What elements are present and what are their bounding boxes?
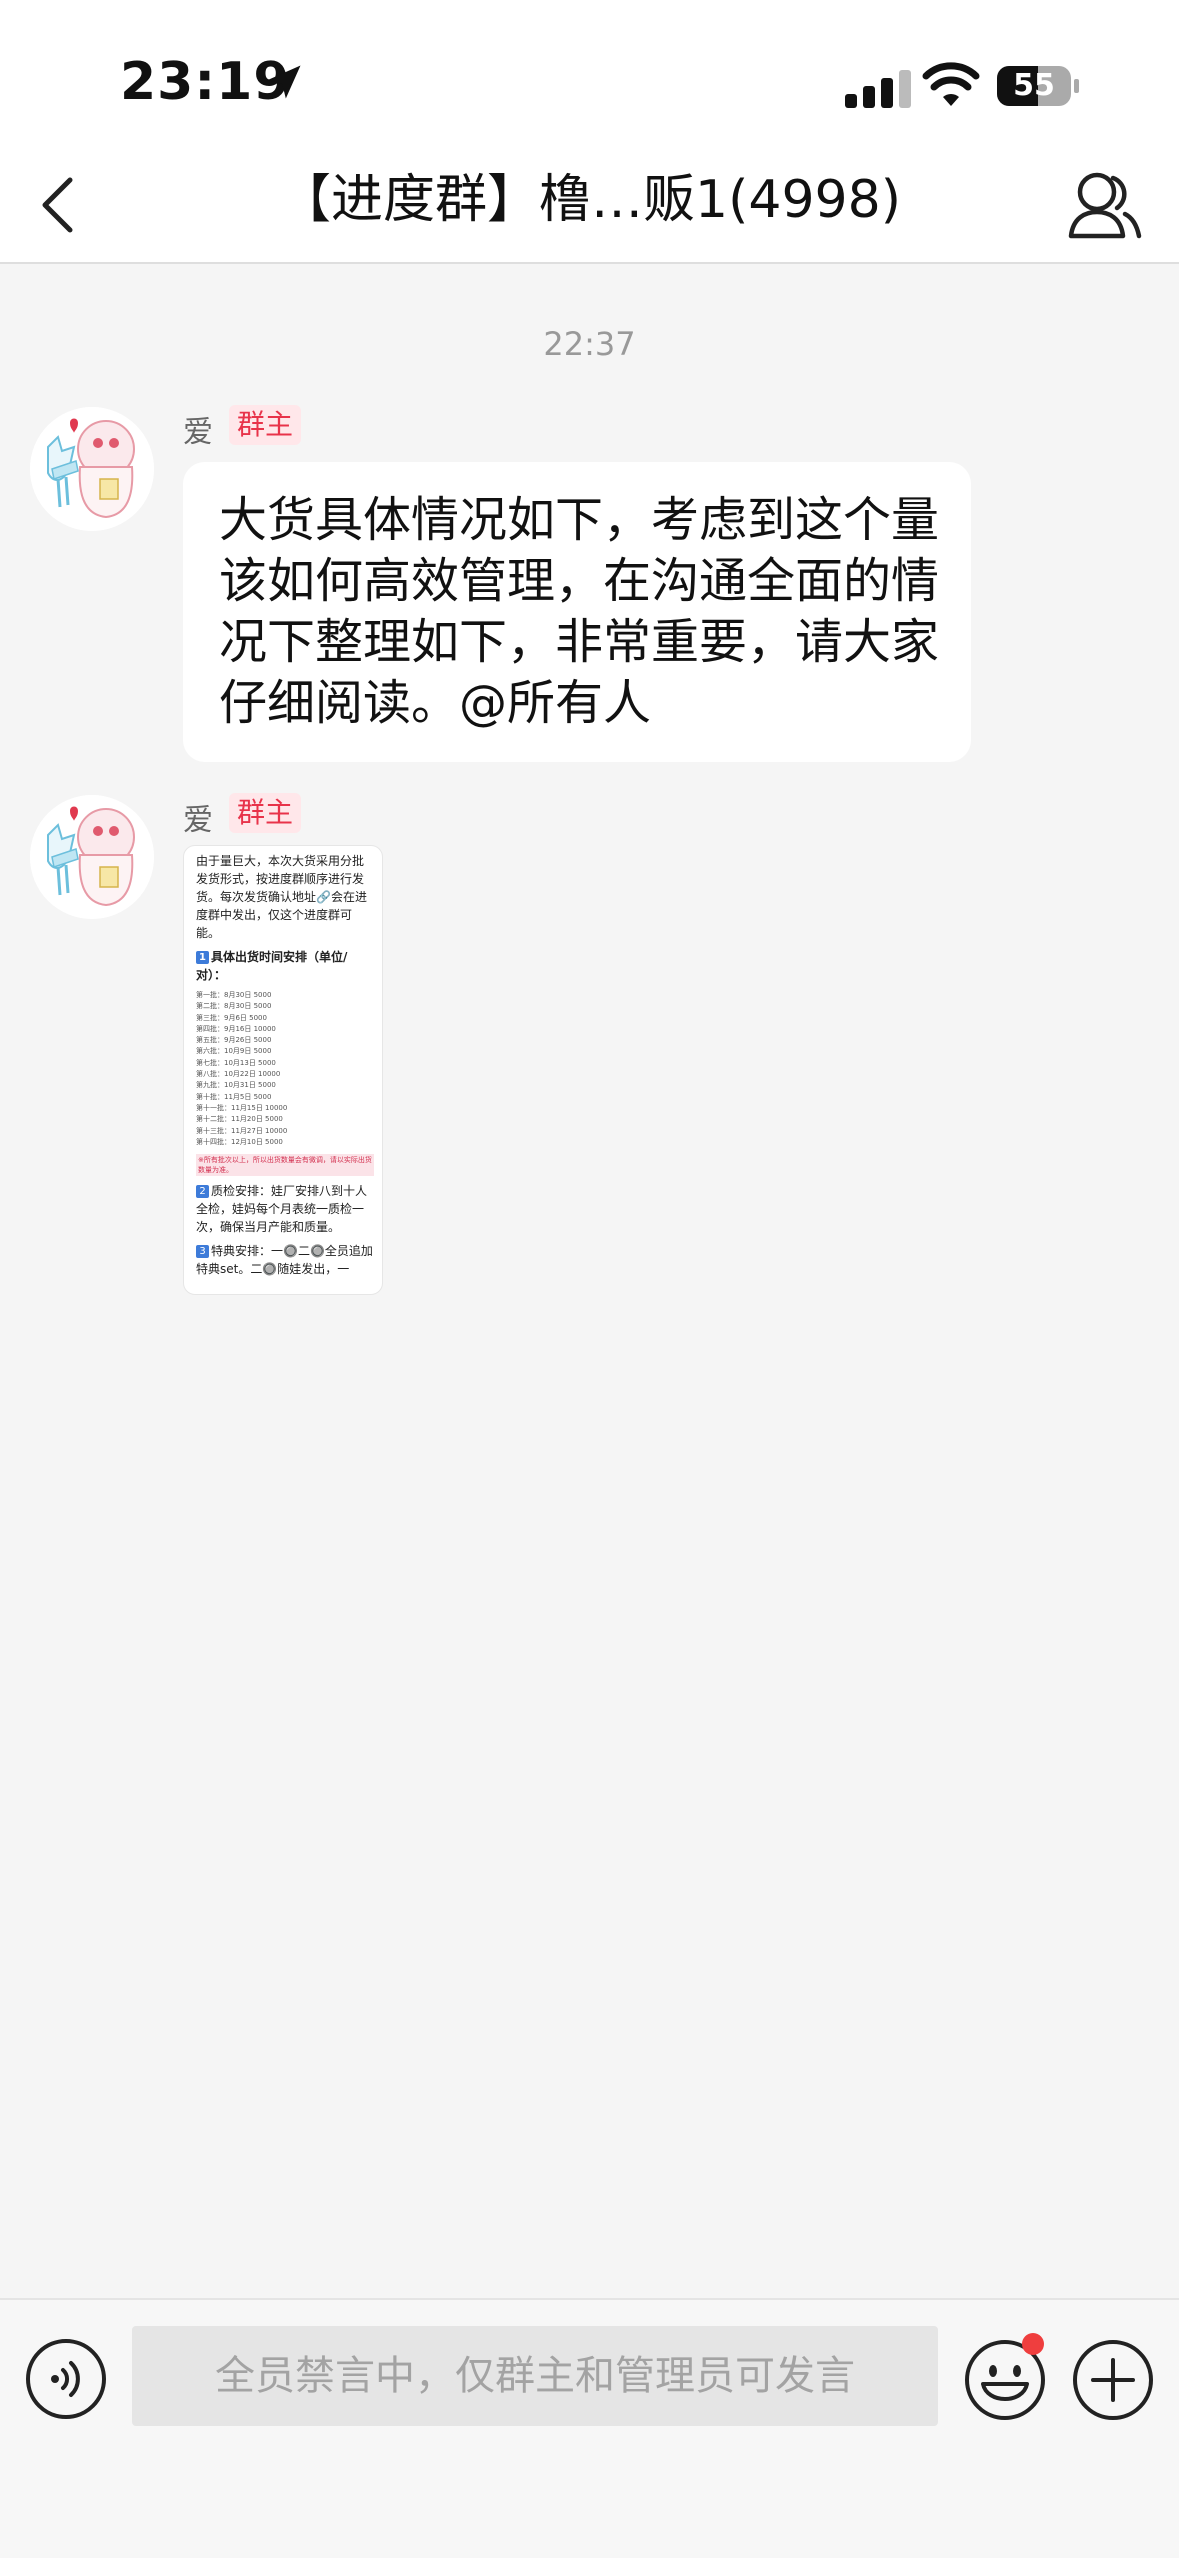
message-timestamp: 22:37 <box>543 325 636 363</box>
schedule-row: 第十四批：12月10日 5000 <box>196 1137 283 1146</box>
image-section1-title: 具体出货时间安排（单位/对）： <box>196 950 348 982</box>
battery-icon: 55 <box>997 66 1079 106</box>
schedule-row: 第四批：9月16日 10000 <box>196 1024 276 1033</box>
voice-input-icon[interactable] <box>25 2338 107 2420</box>
battery-level: 55 <box>1013 68 1055 103</box>
sender-name: 爱 <box>183 415 213 450</box>
schedule-row: 第七批：10月13日 5000 <box>196 1058 276 1067</box>
message-input-disabled: 全员禁言中，仅群主和管理员可发言 <box>132 2326 938 2426</box>
avatar[interactable] <box>30 407 154 531</box>
schedule-row: 第十一批：11月15日 10000 <box>196 1103 288 1112</box>
notification-dot <box>1022 2333 1044 2355</box>
schedule-row: 第三批：9月6日 5000 <box>196 1013 267 1022</box>
role-badge: 群主 <box>229 793 301 833</box>
number-3-icon: 3 <box>196 1245 209 1259</box>
schedule-row: 第十三批：11月27日 10000 <box>196 1126 288 1135</box>
message-text: 大货具体情况如下，考虑到这个量该如何高效管理，在沟通全面的情况下整理如下，非常重… <box>219 492 940 731</box>
schedule-row: 第八批：10月22日 10000 <box>196 1070 281 1079</box>
avatar-illustration <box>30 795 154 919</box>
image-section3: 特典安排：一🔘二🔘全员追加特典set。二🔘随娃发出，一 <box>196 1244 373 1277</box>
schedule-row: 第六批：10月9日 5000 <box>196 1047 272 1056</box>
message-bubble[interactable]: 大货具体情况如下，考虑到这个量该如何高效管理，在沟通全面的情况下整理如下，非常重… <box>183 462 971 762</box>
avatar[interactable] <box>30 795 154 919</box>
schedule-row: 第九批：10月31日 5000 <box>196 1081 276 1090</box>
avatar-illustration <box>30 407 154 531</box>
page-title: 【进度群】橹…贩1(4998) <box>279 170 901 230</box>
schedule-row: 第二批：8月30日 5000 <box>196 1002 272 1011</box>
schedule-list: 第一批：8月30日 5000 第二批：8月30日 5000 第三批：9月6日 500… <box>196 990 374 1148</box>
role-badge: 群主 <box>229 405 301 445</box>
image-note: ※所有批次以上，所以出货数量会有微调，请以实际出货数量为准。 <box>196 1154 374 1177</box>
sender-name: 爱 <box>183 803 213 838</box>
cellular-signal-icon <box>845 68 915 108</box>
chat-header: 【进度群】橹…贩1(4998) <box>0 150 1179 264</box>
schedule-row: 第十批：11月5日 5000 <box>196 1092 272 1101</box>
group-members-icon[interactable] <box>1065 160 1145 250</box>
wifi-icon <box>922 62 980 106</box>
schedule-row: 第一批：8月30日 5000 <box>196 991 272 999</box>
image-intro-text: 由于量巨大，本次大货采用分批发货形式，按进度群顺序进行发货。每次发货确认地址🔗会… <box>196 854 367 940</box>
input-bar: 全员禁言中，仅群主和管理员可发言 <box>0 2298 1179 2558</box>
number-2-icon: 2 <box>196 1185 209 1199</box>
number-1-icon: 1 <box>196 951 209 964</box>
plus-icon[interactable] <box>1071 2338 1155 2422</box>
image-section2: 质检安排：娃厂安排八到十人全检，娃妈每个月表统一质检一次，确保当月产能和质量。 <box>196 1184 368 1235</box>
chevron-left-icon[interactable] <box>30 160 90 250</box>
status-bar: 23:19 55 <box>0 0 1179 150</box>
image-document: 由于量巨大，本次大货采用分批发货形式，按进度群顺序进行发货。每次发货确认地址🔗会… <box>196 852 374 1284</box>
image-message[interactable]: 由于量巨大，本次大货采用分批发货形式，按进度群顺序进行发货。每次发货确认地址🔗会… <box>183 845 383 1295</box>
schedule-row: 第五批：9月26日 5000 <box>196 1036 272 1045</box>
location-arrow-icon <box>267 65 301 99</box>
schedule-row: 第十二批：11月20日 5000 <box>196 1115 283 1124</box>
